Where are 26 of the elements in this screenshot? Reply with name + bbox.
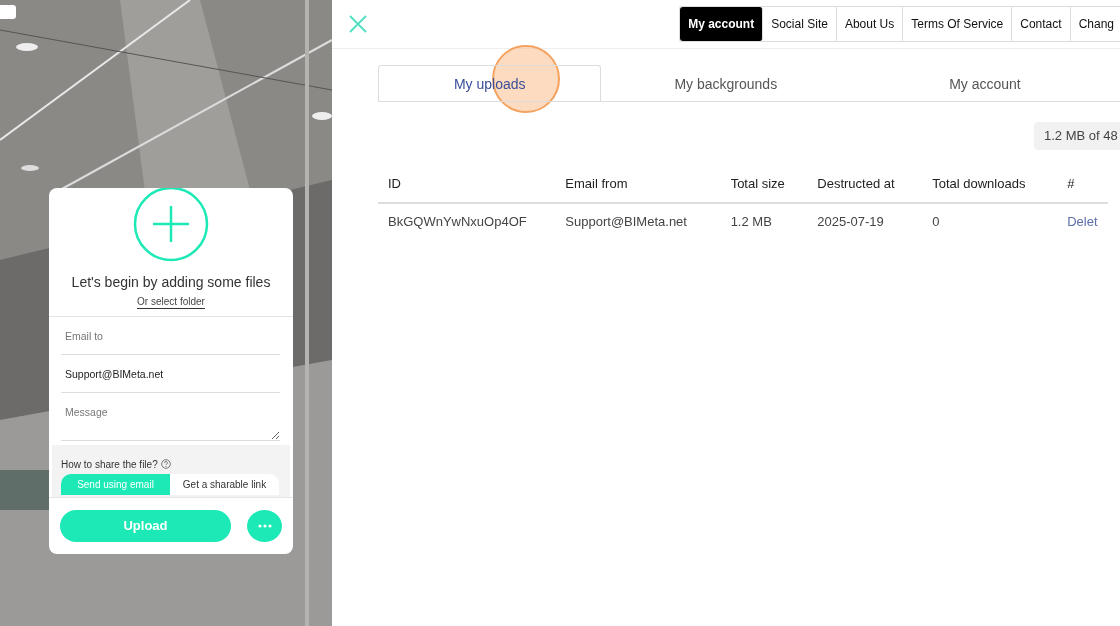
- table-cell: 2025-07-19: [807, 203, 923, 240]
- corner-tab[interactable]: [0, 5, 16, 19]
- column-header: Total size: [720, 163, 808, 203]
- column-header: Total downloads: [922, 163, 1058, 203]
- more-icon: [257, 524, 272, 528]
- table-cell: 0: [922, 203, 1058, 240]
- upload-prompt: Let's begin by adding some files: [70, 273, 272, 292]
- storage-usage: 1.2 MB of 48: [1034, 122, 1120, 150]
- table-cell: BkGQWnYwNxuOp4OF: [378, 203, 556, 240]
- table-cell: 1.2 MB: [720, 203, 808, 240]
- tab[interactable]: My account: [850, 65, 1120, 102]
- select-folder-link[interactable]: Or select folder: [137, 296, 205, 309]
- share-question: How to share the file?: [61, 457, 158, 472]
- tab[interactable]: My backgrounds: [601, 65, 851, 102]
- nav-link[interactable]: My account: [680, 7, 764, 41]
- column-header: Email from: [555, 163, 721, 203]
- column-header: ID: [378, 163, 556, 203]
- help-icon[interactable]: [160, 459, 171, 469]
- tab[interactable]: My uploads: [378, 65, 602, 102]
- delete-link[interactable]: Delet: [1067, 214, 1098, 229]
- column-header: #: [1057, 163, 1108, 203]
- column-header: Destructed at: [807, 163, 923, 203]
- add-files-icon[interactable]: [133, 188, 209, 262]
- close-icon[interactable]: [348, 14, 368, 34]
- table-cell: Support@BIMeta.net: [555, 203, 721, 240]
- more-button[interactable]: [247, 510, 282, 542]
